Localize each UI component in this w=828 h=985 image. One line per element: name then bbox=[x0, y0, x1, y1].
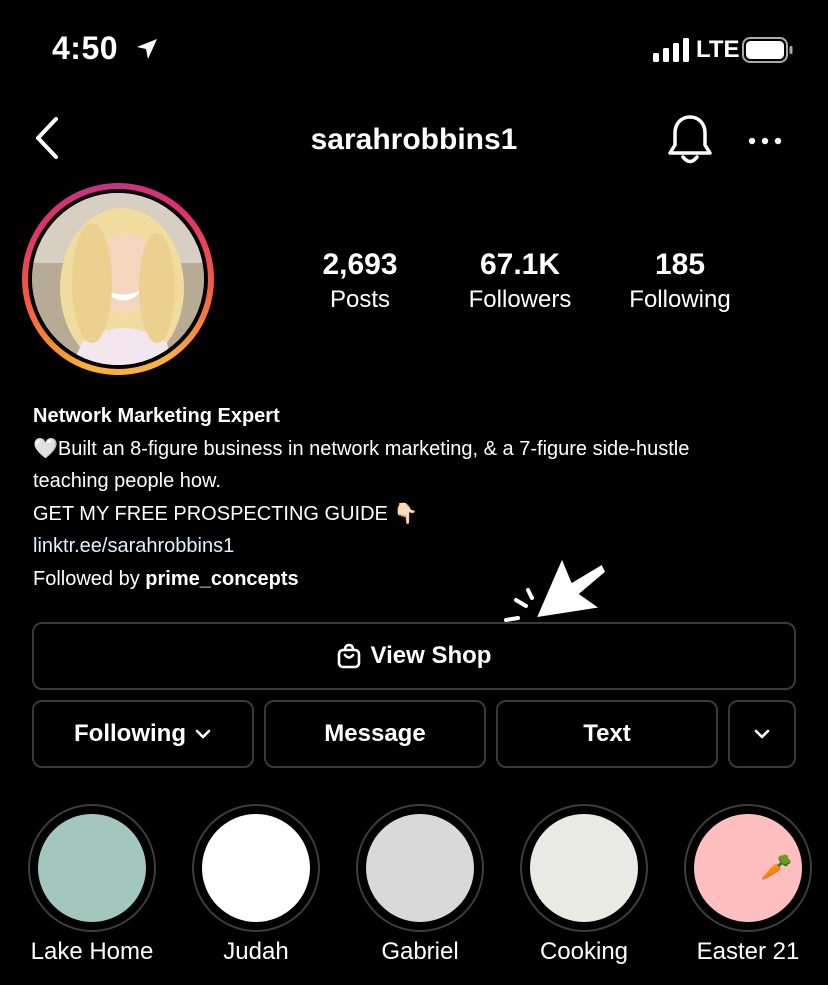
suggested-accounts-button[interactable] bbox=[728, 700, 796, 768]
highlight-judah[interactable]: Judah bbox=[192, 804, 320, 965]
shopping-bag-icon bbox=[337, 643, 360, 669]
following-label: Following bbox=[629, 286, 731, 313]
highlight-ring bbox=[356, 804, 484, 932]
bio-line: teaching people how. bbox=[33, 470, 221, 492]
posts-label: Posts bbox=[329, 286, 391, 313]
highlight-cover bbox=[366, 814, 474, 922]
highlight-ring: 🥕 bbox=[684, 804, 812, 932]
chevron-down-icon bbox=[195, 729, 211, 739]
highlight-cover: 🥕 bbox=[694, 814, 802, 922]
highlight-cover bbox=[530, 814, 638, 922]
highlight-label: Judah bbox=[223, 938, 289, 965]
text-button[interactable]: Text bbox=[496, 700, 718, 768]
profile-header: sarahrobbins1 bbox=[0, 105, 828, 175]
highlight-label: Gabriel bbox=[381, 938, 459, 965]
view-shop-button[interactable]: View Shop bbox=[32, 622, 796, 690]
posts-stat[interactable]: 2,693 Posts bbox=[280, 248, 440, 314]
posts-count: 2,693 bbox=[322, 248, 398, 281]
highlight-ring bbox=[520, 804, 648, 932]
text-button-label: Text bbox=[583, 720, 631, 747]
avatar bbox=[32, 193, 204, 365]
followed-by[interactable]: Followed by prime_concepts bbox=[33, 563, 813, 596]
profile-bio: Network Marketing Expert 🤍Built an 8-fig… bbox=[33, 400, 813, 595]
message-button-label: Message bbox=[324, 720, 426, 747]
following-button-label: Following bbox=[74, 720, 186, 747]
highlight-cover bbox=[202, 814, 310, 922]
avatar-photo bbox=[32, 193, 204, 365]
followers-count: 67.1K bbox=[479, 248, 561, 281]
bell-icon[interactable] bbox=[666, 113, 714, 169]
highlight-gabriel[interactable]: Gabriel bbox=[356, 804, 484, 965]
bio-line: GET MY FREE PROSPECTING GUIDE 👇🏻 bbox=[33, 502, 419, 525]
battery-icon bbox=[742, 37, 793, 63]
highlight-label: Lake Home bbox=[30, 938, 154, 965]
following-button[interactable]: Following bbox=[32, 700, 254, 768]
highlight-easter-21[interactable]: 🥕 Easter 21 bbox=[684, 804, 812, 965]
message-button[interactable]: Message bbox=[264, 700, 486, 768]
following-stat[interactable]: 185 Following bbox=[600, 248, 760, 314]
following-count: 185 bbox=[654, 248, 706, 281]
cellular-signal-icon bbox=[653, 38, 689, 62]
status-bar: 4:50 LTE bbox=[0, 0, 828, 100]
highlight-cooking[interactable]: Cooking bbox=[520, 804, 648, 965]
highlight-ring bbox=[192, 804, 320, 932]
bio-link[interactable]: linktr.ee/sarahrobbins1 bbox=[33, 530, 813, 563]
followers-label: Followers bbox=[468, 286, 572, 313]
bio-category: Network Marketing Expert bbox=[33, 405, 280, 427]
highlight-cover bbox=[38, 814, 146, 922]
view-shop-label: View Shop bbox=[370, 642, 492, 669]
bio-line: 🤍Built an 8-figure business in network m… bbox=[33, 437, 690, 460]
followed-by-prefix: Followed by bbox=[33, 567, 146, 590]
carrot-icon: 🥕 bbox=[760, 852, 793, 882]
highlight-label: Easter 21 bbox=[696, 938, 800, 965]
followers-stat[interactable]: 67.1K Followers bbox=[440, 248, 600, 314]
avatar-story-ring[interactable] bbox=[22, 183, 214, 375]
highlight-lake-home[interactable]: Lake Home bbox=[28, 804, 156, 965]
highlight-label: Cooking bbox=[539, 938, 629, 965]
highlight-ring bbox=[28, 804, 156, 932]
more-horizontal-icon[interactable] bbox=[748, 129, 782, 153]
network-type: LTE bbox=[696, 36, 740, 63]
status-time: 4:50 bbox=[52, 30, 119, 66]
followed-by-user: prime_concepts bbox=[145, 567, 299, 590]
location-arrow-icon bbox=[137, 39, 157, 59]
chevron-down-icon bbox=[754, 729, 770, 739]
